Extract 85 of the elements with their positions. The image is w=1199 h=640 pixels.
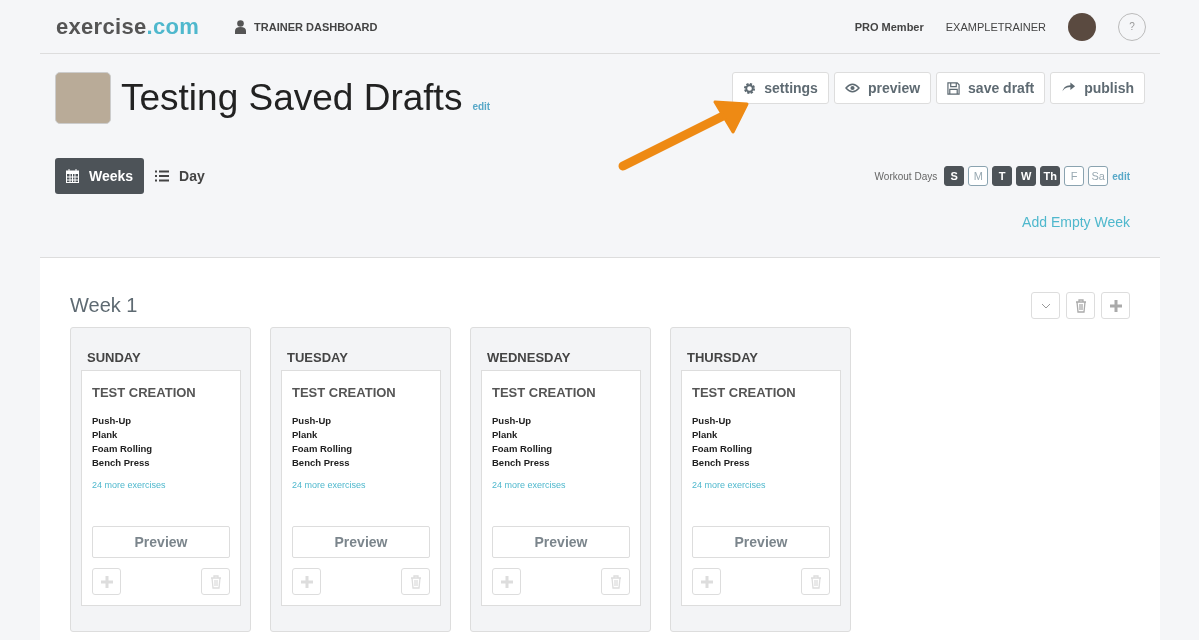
delete-workout-button[interactable] xyxy=(801,568,830,595)
trash-icon xyxy=(1074,298,1087,313)
exercise-name: Plank xyxy=(692,429,719,440)
exercise-name: Push-Up xyxy=(692,415,733,426)
plus-icon xyxy=(699,574,714,589)
add-empty-week-link[interactable]: Add Empty Week xyxy=(1022,214,1130,230)
day-name: TUESDAY xyxy=(287,350,349,365)
day-name: WEDNESDAY xyxy=(487,350,572,365)
eye-icon xyxy=(844,83,860,93)
more-exercises-link[interactable]: 24 more exercises xyxy=(692,480,830,490)
workout-days-label: Workout Days xyxy=(874,170,938,182)
plus-icon xyxy=(99,574,114,589)
exercise-name: Bench Press xyxy=(692,457,751,468)
add-button[interactable] xyxy=(1101,292,1130,319)
workout-name: TEST CREATION xyxy=(492,385,597,400)
workout-day-toggle[interactable]: M xyxy=(968,166,989,186)
add-workout-button[interactable] xyxy=(692,568,721,595)
exercise-name: Foam Rolling xyxy=(292,443,354,454)
add-workout-button[interactable] xyxy=(92,568,121,595)
plus-icon xyxy=(499,574,514,589)
exercise-name: Foam Rolling xyxy=(692,443,754,454)
workout-day-toggle[interactable]: F xyxy=(1064,166,1085,186)
delete-workout-button[interactable] xyxy=(601,568,630,595)
workout-day-toggle[interactable]: S xyxy=(944,166,965,186)
preview-button[interactable]: preview xyxy=(833,72,932,104)
exercise-name: Plank xyxy=(92,429,119,440)
user-icon xyxy=(235,19,247,34)
preview-workout-button[interactable]: Preview xyxy=(92,526,230,558)
collapse-button[interactable] xyxy=(1031,292,1060,319)
workout-name: TEST CREATION xyxy=(692,385,797,400)
workout-day-toggle[interactable]: T xyxy=(992,166,1013,186)
more-exercises-link[interactable]: 24 more exercises xyxy=(292,480,430,490)
exercise-name: Push-Up xyxy=(92,415,133,426)
site-logo[interactable]: exercise.com xyxy=(56,13,200,40)
membership-label: PRO Member xyxy=(854,20,924,33)
week-title: Week 1 xyxy=(70,294,138,317)
chevron-down-icon xyxy=(1040,302,1051,309)
edit-days-link[interactable]: edit xyxy=(1112,170,1130,182)
day-name: SUNDAY xyxy=(87,350,142,365)
publish-button[interactable]: publish xyxy=(1050,72,1145,104)
exercise-name: Bench Press xyxy=(92,457,151,468)
more-exercises-link[interactable]: 24 more exercises xyxy=(92,480,230,490)
program-title: Testing Saved Drafts xyxy=(121,77,463,119)
day-name: THURSDAY xyxy=(687,350,760,365)
more-exercises-link[interactable]: 24 more exercises xyxy=(492,480,630,490)
share-arrow-icon xyxy=(1061,82,1077,94)
delete-workout-button[interactable] xyxy=(401,568,430,595)
exercise-name: Push-Up xyxy=(292,415,333,426)
settings-button[interactable]: settings xyxy=(732,72,829,104)
preview-workout-button[interactable]: Preview xyxy=(492,526,630,558)
trash-icon xyxy=(409,574,422,589)
exercise-name: Foam Rolling xyxy=(492,443,554,454)
plus-icon xyxy=(1108,298,1123,313)
exercise-name: Bench Press xyxy=(292,457,351,468)
trainer-dashboard-link[interactable]: TRAINER DASHBOARD xyxy=(254,20,378,33)
workout-day-toggle[interactable]: W xyxy=(1016,166,1037,186)
preview-workout-button[interactable]: Preview xyxy=(692,526,830,558)
username-link[interactable]: EXAMPLETRAINER xyxy=(945,20,1046,33)
program-image-placeholder xyxy=(55,72,111,124)
view-tab[interactable]: Day xyxy=(144,158,216,194)
delete-workout-button[interactable] xyxy=(201,568,230,595)
trash-icon xyxy=(609,574,622,589)
exercise-name: Push-Up xyxy=(492,415,533,426)
workout-day-toggle[interactable]: Sa xyxy=(1088,166,1109,186)
add-workout-button[interactable] xyxy=(492,568,521,595)
exercise-name: Plank xyxy=(492,429,519,440)
exercise-name: Plank xyxy=(292,429,319,440)
view-tab[interactable]: Weeks xyxy=(55,158,145,194)
avatar[interactable] xyxy=(1068,12,1096,41)
exercise-name: Foam Rolling xyxy=(92,443,154,454)
settings-icon xyxy=(743,81,757,95)
calendar-icon xyxy=(66,169,79,183)
workout-day-toggle[interactable]: Th xyxy=(1040,166,1061,186)
exercise-name: Bench Press xyxy=(492,457,551,468)
plus-icon xyxy=(299,574,314,589)
delete-week-button[interactable] xyxy=(1066,292,1095,319)
add-workout-button[interactable] xyxy=(292,568,321,595)
trash-icon xyxy=(209,574,222,589)
list-icon xyxy=(155,170,170,182)
preview-workout-button[interactable]: Preview xyxy=(292,526,430,558)
workout-name: TEST CREATION xyxy=(92,385,197,400)
edit-title-link[interactable]: edit xyxy=(472,100,491,112)
trash-icon xyxy=(809,574,822,589)
workout-name: TEST CREATION xyxy=(292,385,397,400)
save-draft-button[interactable]: save draft xyxy=(936,72,1046,104)
